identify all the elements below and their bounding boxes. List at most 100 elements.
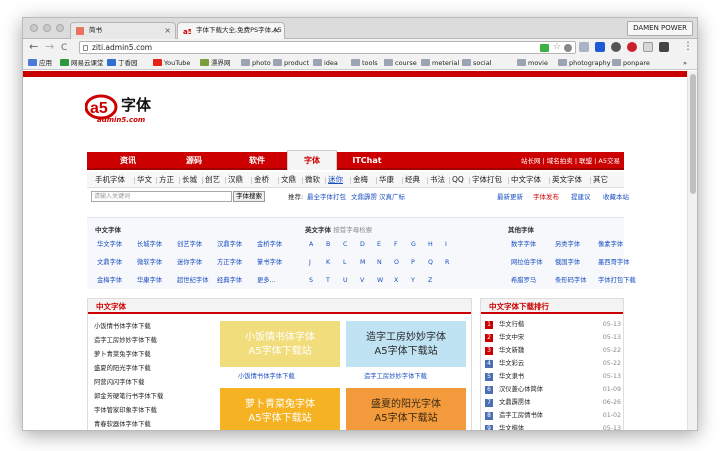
- letter-link[interactable]: H: [428, 241, 433, 249]
- letter-link[interactable]: X: [394, 277, 398, 285]
- font-name-link[interactable]: 华文楷体: [499, 423, 524, 430]
- other-category-link[interactable]: 另类字体: [555, 241, 580, 249]
- ranking-row[interactable]: 9 华文楷体 05-13: [485, 423, 621, 430]
- latest-update-link[interactable]: 最新更新: [497, 191, 523, 203]
- font-name-link[interactable]: 华文新魏: [499, 345, 524, 357]
- cn-category-link[interactable]: 篆书字体: [257, 259, 282, 267]
- other-category-link[interactable]: 网拉伯字体: [511, 259, 542, 267]
- letter-link[interactable]: U: [343, 277, 348, 285]
- menu-icon[interactable]: ⋮: [683, 41, 693, 53]
- bookmark-star-icon[interactable]: ☆: [553, 43, 561, 52]
- thumbnail-caption-link[interactable]: 造字工房妙妙字体下载: [364, 371, 427, 380]
- subnav-item[interactable]: 字体打包: [472, 172, 502, 188]
- cn-category-link[interactable]: 超世纪字体: [177, 277, 208, 285]
- thumbnail-caption-link[interactable]: 小饭情书体字体下载: [238, 371, 295, 380]
- hand-extension-icon[interactable]: [579, 42, 589, 52]
- other-category-link[interactable]: 墨西哥字体: [598, 259, 629, 267]
- profile-button[interactable]: DAMEN POWER: [627, 21, 693, 36]
- bookmark-item[interactable]: idea: [313, 58, 338, 68]
- letter-link[interactable]: L: [343, 259, 347, 267]
- bookmark-item[interactable]: 应用: [28, 58, 52, 68]
- subnav-item[interactable]: 微软: [305, 172, 320, 188]
- tampermonkey-icon[interactable]: [659, 42, 669, 52]
- font-list-link[interactable]: 郭金芳硬笔行书字体下载: [94, 391, 163, 400]
- bookmark-site-link[interactable]: 收藏本站: [603, 191, 629, 203]
- letter-link[interactable]: V: [360, 277, 364, 285]
- cn-category-link[interactable]: 金梅字体: [97, 277, 122, 285]
- font-list-link[interactable]: 造字工房妙妙字体下载: [94, 335, 157, 344]
- ranking-row[interactable]: 2 华文中宋 05-13: [485, 332, 621, 344]
- close-tab-icon[interactable]: ×: [164, 23, 171, 38]
- font-name-link[interactable]: 华文中宋: [499, 332, 524, 344]
- subnav-item[interactable]: 金梅: [353, 172, 368, 188]
- ranking-row[interactable]: 4 华文彩云 05-22: [485, 358, 621, 370]
- ranking-row[interactable]: 8 造字工房情书体 01-02: [485, 410, 621, 422]
- letter-link[interactable]: F: [394, 241, 398, 249]
- other-category-link[interactable]: 数字字体: [511, 241, 536, 249]
- subnav-item[interactable]: 经典: [405, 172, 420, 188]
- ranking-row[interactable]: 6 汉仪菱心体简体 01-09: [485, 384, 621, 396]
- bookmark-item[interactable]: meterial: [421, 58, 459, 68]
- nav-item[interactable]: 资讯: [103, 152, 153, 170]
- font-preview-thumbnail[interactable]: 萝卜青菜兔字体 A5字体下载站: [220, 388, 340, 430]
- letter-link[interactable]: T: [326, 277, 330, 285]
- search-input[interactable]: 请输入关键词: [91, 191, 232, 202]
- subnav-item[interactable]: 创艺: [205, 172, 220, 188]
- other-category-link[interactable]: 希腊罗马: [511, 277, 536, 285]
- site-logo[interactable]: a5 字体 admin5.com: [84, 91, 175, 127]
- subnav-item[interactable]: 金桥: [254, 172, 269, 188]
- tab-ziti[interactable]: a5 字体下载大全,免费PS字体,A5 ×: [177, 22, 285, 39]
- ranking-row[interactable]: 7 文鼎霹雳体 06-26: [485, 397, 621, 409]
- letter-link[interactable]: A: [309, 241, 313, 249]
- font-name-link[interactable]: 华文彩云: [499, 358, 524, 370]
- bookmark-item[interactable]: 网易云课堂: [60, 58, 104, 68]
- recommend-link[interactable]: 汉真广标: [379, 191, 405, 203]
- font-preview-thumbnail[interactable]: 造字工房妙妙字体 A5字体下载站: [346, 321, 466, 367]
- letter-link[interactable]: N: [377, 259, 382, 267]
- bookmark-item[interactable]: ponpare: [612, 58, 650, 68]
- font-name-link[interactable]: 汉仪菱心体简体: [499, 384, 543, 396]
- letter-link[interactable]: M: [360, 259, 365, 267]
- subnav-item[interactable]: 华康: [379, 172, 394, 188]
- font-preview-thumbnail[interactable]: 盛夏的阳光字体 A5字体下载站: [346, 388, 466, 430]
- subnav-item[interactable]: 文鼎: [281, 172, 296, 188]
- nav-item[interactable]: 软件: [232, 152, 282, 170]
- subnav-item[interactable]: 中文字体: [511, 172, 541, 188]
- close-tab-icon[interactable]: ×: [273, 23, 280, 38]
- font-name-link[interactable]: 造字工房情书体: [499, 410, 543, 422]
- subnav-item[interactable]: 方正: [159, 172, 174, 188]
- nav-item[interactable]: ITChat: [342, 152, 392, 170]
- cn-category-link[interactable]: 华康字体: [137, 277, 162, 285]
- letter-link[interactable]: J: [309, 259, 311, 267]
- back-button[interactable]: ←: [29, 41, 38, 53]
- cn-category-link[interactable]: 长城字体: [137, 241, 162, 249]
- bookmark-item[interactable]: product: [273, 58, 309, 68]
- reload-button[interactable]: C: [61, 42, 67, 54]
- letter-link[interactable]: D: [360, 241, 365, 249]
- bookmark-item[interactable]: social: [462, 58, 492, 68]
- subnav-item[interactable]: 华文: [137, 172, 152, 188]
- letter-link[interactable]: K: [326, 259, 330, 267]
- cn-category-link[interactable]: 微软字体: [137, 259, 162, 267]
- nav-right-links[interactable]: 站长网 | 域名拍卖 | 联盟 | A5交易: [521, 152, 620, 170]
- cn-category-link[interactable]: 迷你字体: [177, 259, 202, 267]
- recommend-link[interactable]: 最全字体打包: [307, 191, 346, 203]
- cn-category-link[interactable]: 金桥字体: [257, 241, 282, 249]
- letter-link[interactable]: I: [445, 241, 447, 249]
- bookmarks-overflow-icon[interactable]: »: [683, 58, 687, 68]
- font-list-link[interactable]: 青春软器体字体下载: [94, 419, 151, 428]
- font-list-link[interactable]: 萝卜青菜兔字体下载: [94, 349, 151, 358]
- bookmark-item[interactable]: YouTube: [153, 58, 190, 68]
- bookmark-item[interactable]: course: [384, 58, 417, 68]
- address-bar[interactable]: ziti.admin5.com ☆: [79, 41, 576, 54]
- search-button[interactable]: 字体搜索: [233, 191, 265, 202]
- close-window-button[interactable]: [30, 24, 38, 32]
- ranking-row[interactable]: 3 华文新魏 05-22: [485, 345, 621, 357]
- suggest-link[interactable]: 提建议: [571, 191, 591, 203]
- letter-link[interactable]: Y: [411, 277, 415, 285]
- font-list-link[interactable]: 阿营闪闪字体下载: [94, 377, 144, 386]
- screen-extension-icon[interactable]: [595, 42, 605, 52]
- letter-link[interactable]: O: [394, 259, 399, 267]
- subnav-item[interactable]: QQ: [452, 172, 464, 188]
- subnav-item[interactable]: 迷你: [328, 172, 343, 188]
